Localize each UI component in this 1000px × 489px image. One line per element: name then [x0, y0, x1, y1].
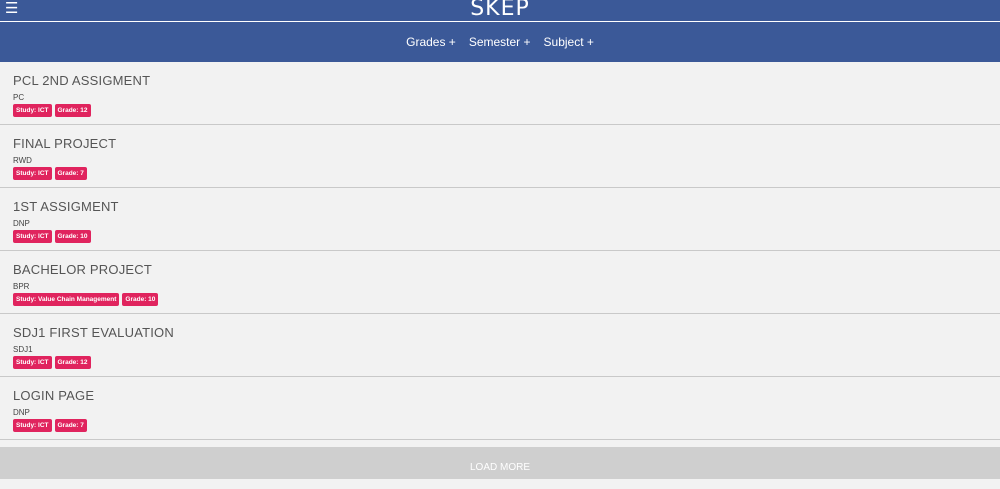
assignment-list: PCL 2ND ASSIGMENT PC Study: ICT Grade: 1… — [0, 62, 1000, 440]
assignment-card[interactable]: LOGIN PAGE DNP Study: ICT Grade: 7 — [0, 377, 1000, 440]
grade-tag: Grade: 10 — [122, 293, 159, 306]
grade-tag: Grade: 12 — [54, 356, 91, 369]
grade-tag: Grade: 12 — [54, 104, 91, 117]
study-tag: Study: ICT — [13, 419, 52, 432]
load-more-button[interactable]: LOAD MORE — [0, 447, 1000, 479]
assignment-card[interactable]: SDJ1 FIRST EVALUATION SDJ1 Study: ICT Gr… — [0, 314, 1000, 377]
assignment-title: LOGIN PAGE — [13, 388, 95, 403]
assignment-title: SDJ1 FIRST EVALUATION — [13, 325, 174, 340]
assignment-code: DNP — [13, 408, 30, 417]
study-tag: Study: Value Chain Management — [13, 293, 120, 306]
nav-semester[interactable]: Semester + — [469, 35, 531, 49]
assignment-code: SDJ1 — [13, 345, 33, 354]
assignment-card[interactable]: BACHELOR PROJECT BPR Study: Value Chain … — [0, 251, 1000, 314]
nav-grades[interactable]: Grades + — [406, 35, 456, 49]
assignment-code: RWD — [13, 156, 32, 165]
assignment-card[interactable]: PCL 2ND ASSIGMENT PC Study: ICT Grade: 1… — [0, 62, 1000, 125]
assignment-card[interactable]: 1ST ASSIGMENT DNP Study: ICT Grade: 10 — [0, 188, 1000, 251]
assignment-code: PC — [13, 93, 25, 102]
top-bar: ☰ SKEP — [0, 0, 1000, 22]
assignment-code: BPR — [13, 282, 30, 291]
grade-tag: Grade: 7 — [54, 167, 87, 180]
assignment-code: DNP — [13, 219, 30, 228]
grade-tag: Grade: 10 — [54, 230, 91, 243]
study-tag: Study: ICT — [13, 104, 52, 117]
assignment-card[interactable]: FINAL PROJECT RWD Study: ICT Grade: 7 — [0, 125, 1000, 188]
study-tag: Study: ICT — [13, 230, 52, 243]
assignment-title: PCL 2ND ASSIGMENT — [13, 73, 151, 88]
assignment-title: FINAL PROJECT — [13, 136, 117, 151]
assignment-title: BACHELOR PROJECT — [13, 262, 153, 277]
assignment-title: 1ST ASSIGMENT — [13, 199, 119, 214]
nav-subject[interactable]: Subject + — [544, 35, 594, 49]
app-title: SKEP — [470, 0, 530, 21]
grade-tag: Grade: 7 — [54, 419, 87, 432]
study-tag: Study: ICT — [13, 356, 52, 369]
filter-nav: Grades + Semester + Subject + — [0, 22, 1000, 62]
study-tag: Study: ICT — [13, 167, 52, 180]
